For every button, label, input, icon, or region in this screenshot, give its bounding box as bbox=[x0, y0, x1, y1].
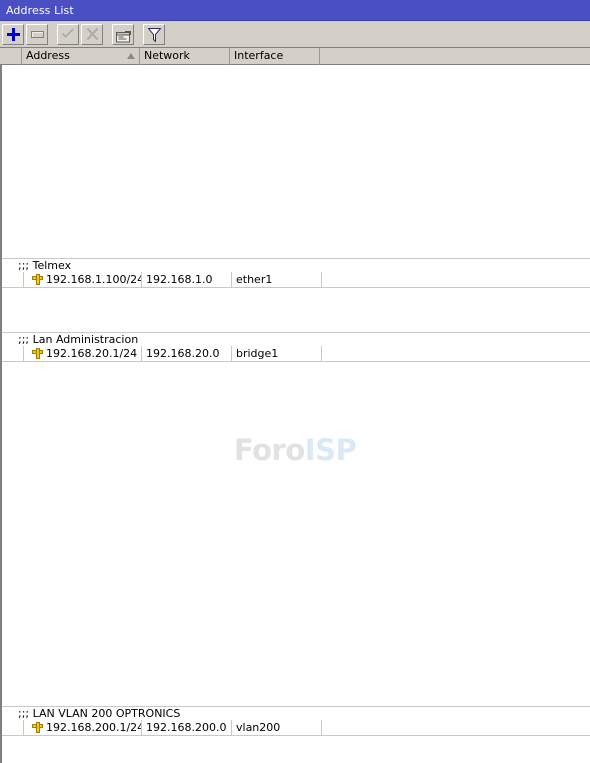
filter-button[interactable] bbox=[143, 23, 165, 45]
empty-area-between-1-2 bbox=[2, 288, 590, 332]
cell-network: 192.168.1.0 bbox=[142, 272, 232, 287]
table-row[interactable]: 192.168.200.1/24 192.168.200.0 vlan200 bbox=[2, 720, 590, 736]
empty-area-bottom bbox=[2, 736, 590, 763]
empty-area-between-2-3 bbox=[2, 362, 590, 706]
cell-filler bbox=[322, 720, 590, 735]
cell-filler bbox=[322, 272, 590, 287]
sort-ascending-icon bbox=[127, 53, 135, 59]
table-column-headers: Address Network Interface bbox=[0, 48, 590, 65]
cell-address-text: 192.168.20.1/24 bbox=[46, 347, 138, 360]
plus-icon bbox=[6, 27, 20, 41]
window-title: Address List bbox=[6, 4, 74, 17]
comment-row[interactable]: ;;; Telmex bbox=[2, 259, 590, 272]
check-icon bbox=[61, 28, 75, 40]
remove-button[interactable] bbox=[26, 23, 48, 45]
row-gutter bbox=[2, 272, 24, 287]
address-icon bbox=[32, 722, 43, 733]
cell-address: 192.168.1.100/24 bbox=[24, 272, 142, 287]
cell-interface: bridge1 bbox=[232, 346, 322, 361]
column-header-address[interactable]: Address bbox=[22, 48, 140, 65]
empty-area-top bbox=[2, 65, 590, 258]
row-gutter bbox=[2, 346, 24, 361]
table-row[interactable]: 192.168.20.1/24 192.168.20.0 bridge1 bbox=[2, 346, 590, 362]
toolbar bbox=[0, 21, 590, 48]
column-header-interface[interactable]: Interface bbox=[230, 48, 320, 65]
enable-button[interactable] bbox=[57, 23, 79, 45]
address-icon bbox=[32, 274, 43, 285]
column-header-network[interactable]: Network bbox=[140, 48, 230, 65]
filter-icon bbox=[146, 27, 162, 43]
minus-icon bbox=[30, 30, 44, 38]
cell-address-text: 192.168.1.100/24 bbox=[46, 273, 142, 286]
add-button[interactable] bbox=[2, 23, 24, 45]
cell-network: 192.168.200.0 bbox=[142, 720, 232, 735]
comment-row[interactable]: ;;; LAN VLAN 200 OPTRONICS bbox=[2, 707, 590, 720]
address-icon bbox=[32, 348, 43, 359]
table-row[interactable]: 192.168.1.100/24 192.168.1.0 ether1 bbox=[2, 272, 590, 288]
cell-address-text: 192.168.200.1/24 bbox=[46, 721, 142, 734]
column-header-network-label: Network bbox=[144, 49, 190, 62]
column-header-address-label: Address bbox=[26, 49, 70, 62]
comment-icon bbox=[115, 28, 131, 43]
address-list-body[interactable]: ForoISP ;;; Telmex 192.168.1.100/24 192.… bbox=[0, 65, 590, 763]
cell-filler bbox=[322, 346, 590, 361]
column-header-filler bbox=[320, 48, 590, 65]
window-titlebar[interactable]: Address List bbox=[0, 0, 590, 21]
disable-button[interactable] bbox=[81, 23, 103, 45]
comment-row[interactable]: ;;; Lan Administracion bbox=[2, 333, 590, 346]
comment-button[interactable] bbox=[112, 23, 134, 45]
cell-interface: ether1 bbox=[232, 272, 322, 287]
row-gutter bbox=[2, 720, 24, 735]
cell-address: 192.168.200.1/24 bbox=[24, 720, 142, 735]
cell-address: 192.168.20.1/24 bbox=[24, 346, 142, 361]
left-edge-notch bbox=[0, 173, 2, 180]
column-header-interface-label: Interface bbox=[234, 49, 284, 62]
cross-icon bbox=[86, 28, 99, 40]
address-list-window: Address List Address Network Interface F… bbox=[0, 0, 590, 763]
cell-interface: vlan200 bbox=[232, 720, 322, 735]
cell-network: 192.168.20.0 bbox=[142, 346, 232, 361]
column-header-gutter bbox=[0, 48, 22, 65]
